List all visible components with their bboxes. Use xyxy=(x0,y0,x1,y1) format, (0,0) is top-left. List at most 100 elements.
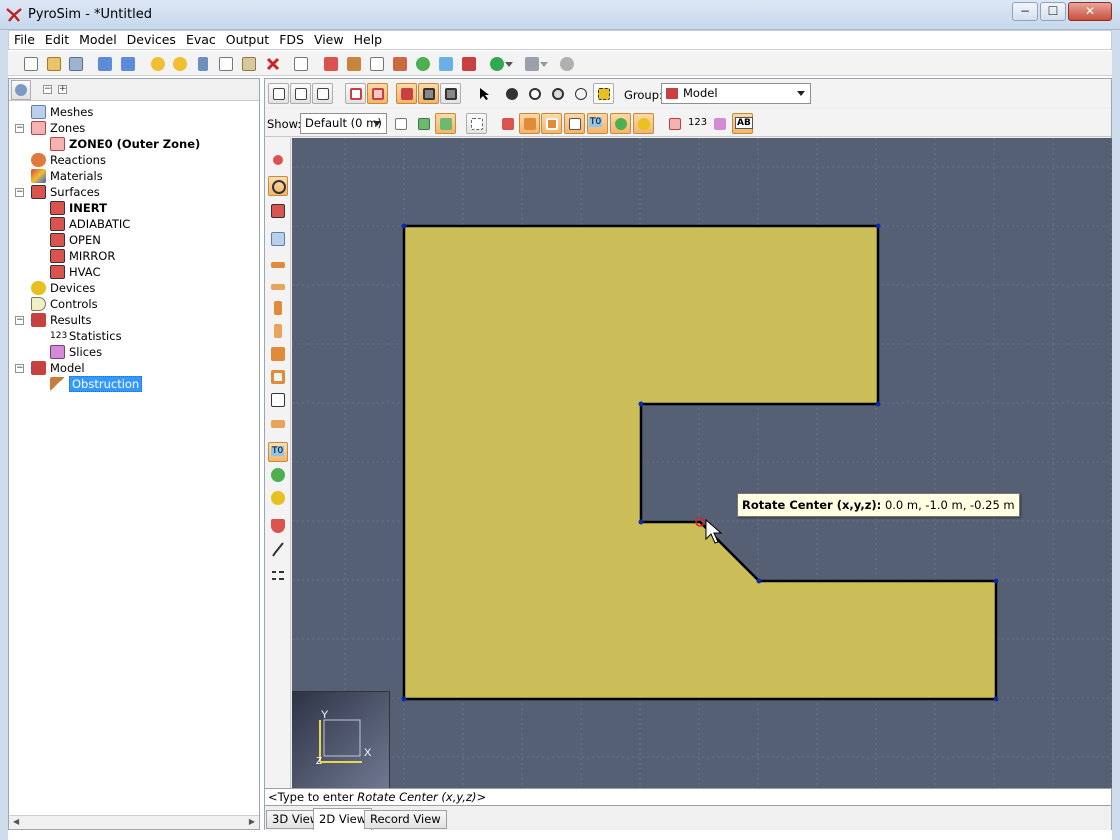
menu-file[interactable]: File xyxy=(9,31,40,49)
new-obstruction-icon[interactable] xyxy=(322,55,340,73)
zones-expander[interactable]: − xyxy=(15,124,24,133)
menu-evac[interactable]: Evac xyxy=(181,31,221,49)
tree-item-adiabatic[interactable]: ADIABATIC xyxy=(50,216,130,232)
show-labels-icon[interactable]: AB xyxy=(732,113,753,134)
render-mode-a-icon[interactable] xyxy=(396,83,417,104)
export-icon[interactable] xyxy=(119,55,137,73)
cut-icon[interactable] xyxy=(194,55,212,73)
draw-block-icon[interactable] xyxy=(268,344,288,364)
view-all-icon[interactable] xyxy=(268,83,289,104)
show-sprinklers-icon[interactable] xyxy=(633,113,654,134)
tree-item-meshes[interactable]: Meshes xyxy=(31,104,93,120)
fit-to-selection-icon[interactable] xyxy=(593,83,614,104)
tree-item-open[interactable]: OPEN xyxy=(50,232,101,248)
draw-device-icon[interactable] xyxy=(268,465,288,485)
tree-item-results[interactable]: Results xyxy=(31,312,92,328)
new-text-icon[interactable] xyxy=(437,55,455,73)
show-obstructions-icon[interactable] xyxy=(519,113,540,134)
tree-item-devices[interactable]: Devices xyxy=(31,280,95,296)
smokeview-icon[interactable] xyxy=(558,55,576,73)
tree-item-inert[interactable]: INERT xyxy=(50,200,107,216)
show-solid-icon[interactable] xyxy=(367,83,388,104)
tree-item-obstruction[interactable]: Obstruction xyxy=(50,376,143,392)
vertex-handle[interactable] xyxy=(401,696,407,702)
draw-wall-icon[interactable] xyxy=(268,298,288,318)
copy-icon[interactable] xyxy=(217,55,235,73)
show-select[interactable]: Default (0 m) xyxy=(300,113,387,134)
2d-view-canvas[interactable]: Y X Z Rotate Center (x,y,z): 0.0 m, -1.0… xyxy=(292,138,1112,788)
tree-item-hvac[interactable]: HVAC xyxy=(50,264,100,280)
show-outline-icon[interactable] xyxy=(345,83,366,104)
view-front-icon[interactable] xyxy=(312,83,333,104)
vertex-handle[interactable] xyxy=(401,223,407,229)
tree-item-surfaces[interactable]: Surfaces xyxy=(31,184,100,200)
vertex-handle[interactable] xyxy=(638,519,644,525)
new-file-icon[interactable] xyxy=(22,55,40,73)
save-icon[interactable] xyxy=(67,55,85,73)
show-slices-icon[interactable] xyxy=(664,113,685,134)
redo-icon[interactable] xyxy=(171,55,189,73)
minimize-button[interactable]: − xyxy=(1012,2,1038,21)
draw-mesh-icon[interactable] xyxy=(268,229,288,249)
paint-bucket-icon[interactable] xyxy=(268,516,288,536)
scroll-left-icon[interactable]: ◀ xyxy=(13,817,19,826)
new-vent-icon[interactable] xyxy=(368,55,386,73)
tree-item-materials[interactable]: Materials xyxy=(31,168,103,184)
list-options-icon[interactable] xyxy=(268,566,288,586)
show-holes-icon[interactable] xyxy=(541,113,562,134)
pan-tool-icon[interactable] xyxy=(501,83,522,104)
vertex-handle[interactable] xyxy=(875,401,881,407)
tree-item-slices[interactable]: Slices xyxy=(50,344,102,360)
zoom-box-icon[interactable] xyxy=(547,83,568,104)
show-devices-icon[interactable] xyxy=(610,113,631,134)
render-mode-b-icon[interactable] xyxy=(418,83,439,104)
rotate-tool-icon[interactable] xyxy=(570,83,591,104)
draw-slab-b-icon[interactable] xyxy=(268,277,288,297)
results-expander[interactable]: − xyxy=(15,316,24,325)
collapse-all-icon[interactable]: − xyxy=(43,85,52,94)
view-top-icon[interactable] xyxy=(290,83,311,104)
new-group-icon[interactable] xyxy=(460,55,478,73)
new-hole-icon[interactable] xyxy=(345,55,363,73)
show-options-icon[interactable] xyxy=(390,113,411,134)
undo-icon[interactable] xyxy=(149,55,167,73)
surfaces-expander[interactable]: − xyxy=(15,188,24,197)
menu-devices[interactable]: Devices xyxy=(122,31,181,49)
draw-wall-b-icon[interactable] xyxy=(268,321,288,341)
menu-model[interactable]: Model xyxy=(74,31,122,49)
results-dropdown-icon[interactable] xyxy=(539,55,549,73)
select-tool-icon[interactable] xyxy=(473,83,494,104)
show-transparent-icon[interactable] xyxy=(466,113,487,134)
tree-item-mirror[interactable]: MIRROR xyxy=(50,248,115,264)
draw-room-icon[interactable] xyxy=(268,367,288,387)
group-select[interactable]: Model xyxy=(661,83,811,104)
tree-item-zone0[interactable]: ZONE0 (Outer Zone) xyxy=(50,136,200,152)
menu-help[interactable]: Help xyxy=(349,31,388,49)
tree-item-zones[interactable]: Zones xyxy=(31,120,85,136)
tree-item-reactions[interactable]: Reactions xyxy=(31,152,106,168)
move-tool-icon[interactable] xyxy=(268,150,288,170)
tree-item-controls[interactable]: Controls xyxy=(31,296,98,312)
menu-output[interactable]: Output xyxy=(221,31,274,49)
close-window-button[interactable]: ✕ xyxy=(1068,2,1112,21)
obstruction-shape[interactable] xyxy=(402,224,998,701)
maximize-button[interactable]: ☐ xyxy=(1040,2,1066,21)
draw-hole-icon[interactable] xyxy=(268,414,288,434)
draw-stairs-icon[interactable] xyxy=(268,390,288,410)
draw-slab-icon[interactable] xyxy=(268,255,288,275)
import-icon[interactable] xyxy=(96,55,114,73)
scroll-right-icon[interactable]: ▶ xyxy=(249,817,255,826)
vertex-handle[interactable] xyxy=(993,696,999,702)
zoom-tool-icon[interactable] xyxy=(524,83,545,104)
show-vents-icon[interactable] xyxy=(564,113,585,134)
render-mode-c-icon[interactable] xyxy=(440,83,461,104)
delete-icon[interactable] xyxy=(264,55,282,73)
vertex-handle[interactable] xyxy=(756,578,762,584)
draw-text-icon[interactable]: T0 xyxy=(268,442,288,462)
paste-icon[interactable] xyxy=(240,55,258,73)
show-measure-icon[interactable] xyxy=(709,113,730,134)
open-folder-icon[interactable] xyxy=(45,55,63,73)
tree-item-model[interactable]: Model xyxy=(31,360,85,376)
eyedropper-icon[interactable] xyxy=(268,539,288,559)
properties-icon[interactable] xyxy=(292,55,310,73)
